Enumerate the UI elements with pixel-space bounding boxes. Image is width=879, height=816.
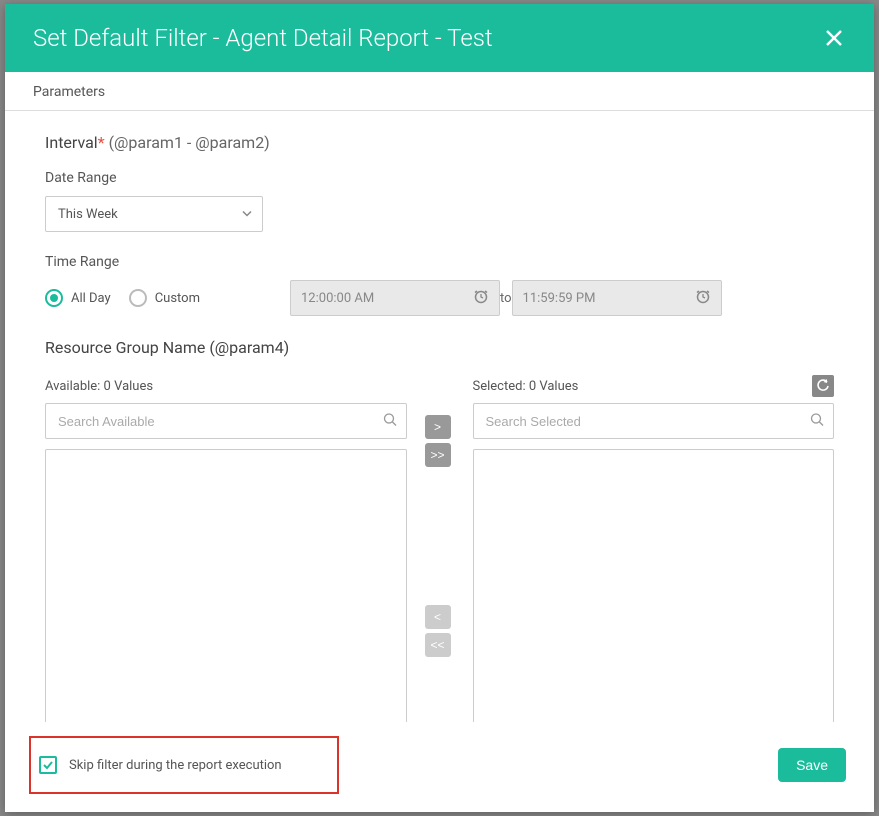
date-range-group: Date Range This Week: [45, 170, 834, 232]
close-icon: [825, 29, 843, 47]
time-range-row: All Day Custom 12:00:00 AM to 11:59:59 P…: [45, 280, 834, 316]
transfer-remove-group: < <<: [425, 605, 455, 657]
dialog-footer: Skip filter during the report execution …: [5, 722, 874, 812]
available-column: Available: 0 Values: [45, 375, 407, 722]
radio-dot-icon: [50, 294, 58, 302]
date-range-label: Date Range: [45, 170, 834, 186]
available-search-box: [45, 403, 407, 439]
selected-column: Selected: 0 Values: [473, 375, 835, 722]
dual-list: Available: 0 Values > >> <: [45, 375, 834, 722]
selected-label: Selected: 0 Values: [473, 379, 579, 394]
tab-bar: Parameters: [5, 72, 874, 111]
skip-filter-checkbox[interactable]: Skip filter during the report execution: [29, 736, 339, 794]
transfer-add-all-button[interactable]: >>: [425, 443, 451, 467]
date-range-select[interactable]: This Week: [45, 196, 263, 232]
selected-label-row: Selected: 0 Values: [473, 375, 835, 397]
clock-icon: [695, 288, 711, 308]
time-range-label: Time Range: [45, 254, 834, 270]
date-range-select-wrap: This Week: [45, 196, 263, 232]
time-to-separator: to: [500, 291, 512, 306]
refresh-icon: [816, 379, 830, 393]
time-to-input[interactable]: 11:59:59 PM: [512, 280, 722, 316]
dialog-header: Set Default Filter - Agent Detail Report…: [5, 4, 874, 72]
available-label: Available: 0 Values: [45, 379, 153, 394]
dialog-title: Set Default Filter - Agent Detail Report…: [33, 24, 493, 52]
refresh-selected-button[interactable]: [812, 375, 834, 397]
check-icon: [42, 759, 54, 771]
transfer-remove-button[interactable]: <: [425, 605, 451, 629]
available-label-row: Available: 0 Values: [45, 375, 407, 397]
available-search-input[interactable]: [45, 403, 407, 439]
time-from-value: 12:00:00 AM: [301, 291, 374, 306]
date-range-value: This Week: [58, 207, 118, 222]
radio-all-day[interactable]: All Day: [45, 289, 111, 307]
required-asterisk: *: [98, 133, 105, 152]
time-from-input[interactable]: 12:00:00 AM: [290, 280, 500, 316]
interval-param-hint: (@param1 - @param2): [105, 133, 270, 152]
time-range-group: Time Range All Day Custom 12:00:00: [45, 254, 834, 316]
radio-custom[interactable]: Custom: [129, 289, 200, 307]
save-button[interactable]: Save: [778, 748, 846, 782]
transfer-buttons: > >> < <<: [425, 375, 455, 722]
search-icon: [810, 412, 824, 431]
time-to-value: 11:59:59 PM: [523, 291, 596, 306]
resource-group-title: Resource Group Name (@param4): [45, 338, 834, 357]
set-default-filter-dialog: Set Default Filter - Agent Detail Report…: [5, 4, 874, 812]
transfer-add-button[interactable]: >: [425, 415, 451, 439]
clock-icon: [473, 288, 489, 308]
interval-label-text: Interval: [45, 133, 98, 152]
selected-search-box: [473, 403, 835, 439]
radio-custom-label: Custom: [155, 291, 200, 306]
selected-list[interactable]: [473, 449, 835, 722]
transfer-add-group: > >>: [425, 415, 455, 467]
tab-parameters[interactable]: Parameters: [33, 84, 105, 100]
radio-all-day-label: All Day: [71, 291, 111, 306]
selected-search-input[interactable]: [473, 403, 835, 439]
close-button[interactable]: [822, 26, 846, 50]
checkbox-box-icon: [39, 756, 57, 774]
skip-filter-label: Skip filter during the report execution: [69, 758, 282, 773]
interval-label: Interval* (@param1 - @param2): [45, 133, 834, 152]
dialog-content: Interval* (@param1 - @param2) Date Range…: [5, 111, 874, 722]
available-list[interactable]: [45, 449, 407, 722]
radio-circle-icon: [45, 289, 63, 307]
radio-circle-icon: [129, 289, 147, 307]
transfer-remove-all-button[interactable]: <<: [425, 633, 451, 657]
search-icon: [383, 412, 397, 431]
time-range-radios: All Day Custom: [45, 289, 290, 307]
